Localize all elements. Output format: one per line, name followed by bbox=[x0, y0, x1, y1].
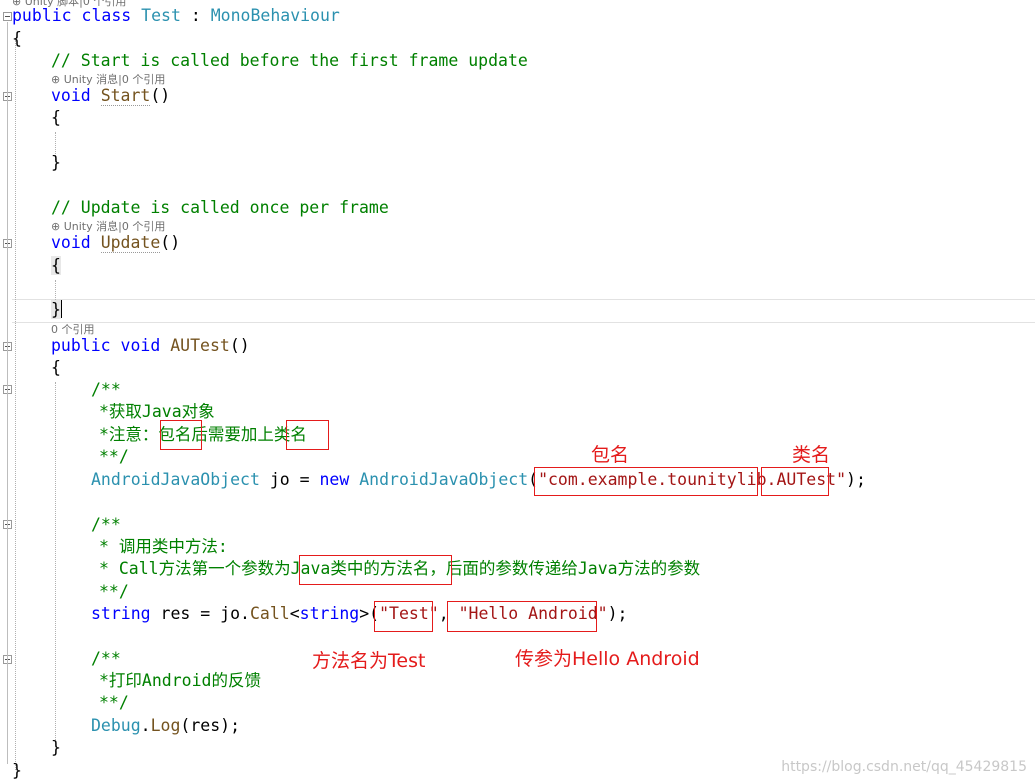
unity-icon: ⊕ bbox=[51, 73, 64, 86]
code-line-debug-log[interactable]: Debug.Log(res); bbox=[91, 716, 240, 736]
doc-comment-1-line-3[interactable]: *注意：包名后需要加上类名 bbox=[99, 425, 307, 445]
code-line-class-open[interactable]: { bbox=[12, 29, 22, 49]
code-line-autest-sig[interactable]: public void AUTest() bbox=[51, 336, 250, 356]
highlight-box-test-arg bbox=[374, 601, 433, 632]
outline-class bbox=[7, 22, 8, 764]
highlight-box-hello-arg bbox=[447, 601, 597, 632]
doc-comment-3-line-2[interactable]: *打印Android的反馈 bbox=[99, 671, 261, 691]
highlight-box-class-word bbox=[286, 420, 329, 450]
indent-guide-class bbox=[15, 40, 16, 770]
code-line-class-close[interactable]: } bbox=[12, 761, 22, 781]
unity-icon: ⊕ bbox=[51, 220, 64, 233]
code-line-update-open[interactable]: { bbox=[51, 256, 61, 276]
code-line-autest-close[interactable]: } bbox=[51, 738, 61, 758]
watermark: https://blog.csdn.net/qq_45429815 bbox=[781, 759, 1027, 775]
codelens-start[interactable]: ⊕ Unity 消息|0 个引用 bbox=[51, 73, 165, 86]
annotation-package-name: 包名 bbox=[591, 444, 630, 466]
doc-comment-2-line-1[interactable]: /** bbox=[91, 515, 121, 535]
comment-update[interactable]: // Update is called once per frame bbox=[51, 198, 389, 218]
doc-comment-3-line-1[interactable]: /** bbox=[91, 649, 121, 669]
code-line-start-close[interactable]: } bbox=[51, 153, 61, 173]
comment-start[interactable]: // Start is called before the first fram… bbox=[51, 51, 528, 71]
indent-guide-autest bbox=[55, 382, 56, 742]
highlight-box-package-word bbox=[160, 420, 202, 450]
doc-comment-3-line-3[interactable]: **/ bbox=[99, 693, 129, 713]
code-line-class-decl[interactable]: public class Test : MonoBehaviour bbox=[12, 6, 340, 26]
highlight-box-java-method-name bbox=[299, 555, 452, 585]
indent-guide-update bbox=[55, 280, 56, 302]
code-line-update-sig[interactable]: void Update() bbox=[51, 233, 180, 253]
highlight-box-class-name bbox=[761, 467, 829, 496]
codelens-autest[interactable]: 0 个引用 bbox=[51, 323, 95, 336]
code-line-start-open[interactable]: { bbox=[51, 108, 61, 128]
doc-comment-1-line-1[interactable]: /** bbox=[91, 380, 121, 400]
doc-comment-2-line-2[interactable]: * 调用类中方法: bbox=[99, 537, 228, 557]
highlight-box-package-name bbox=[534, 467, 758, 496]
code-line-autest-open[interactable]: { bbox=[51, 358, 61, 378]
doc-comment-2-line-4[interactable]: **/ bbox=[99, 582, 129, 602]
doc-comment-1-line-2[interactable]: *获取Java对象 bbox=[99, 402, 215, 422]
fold-toggle-class-icon[interactable] bbox=[3, 12, 12, 21]
current-line-highlight bbox=[12, 299, 1035, 323]
text-caret bbox=[60, 300, 62, 318]
codelens-update[interactable]: ⊕ Unity 消息|0 个引用 bbox=[51, 220, 165, 233]
doc-comment-1-line-4[interactable]: **/ bbox=[99, 447, 129, 467]
annotation-class-name: 类名 bbox=[792, 444, 831, 466]
annotation-method-name: 方法名为Test bbox=[312, 650, 426, 672]
annotation-param: 传参为Hello Android bbox=[515, 648, 700, 670]
code-line-update-close[interactable]: } bbox=[51, 300, 62, 320]
code-line-start-sig[interactable]: void Start() bbox=[51, 86, 170, 106]
